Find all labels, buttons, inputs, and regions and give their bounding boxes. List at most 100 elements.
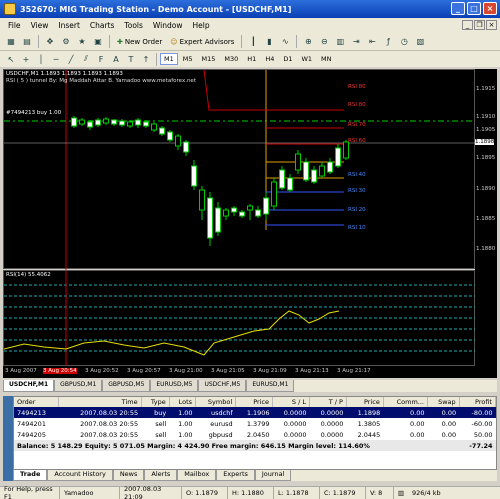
menu-tools[interactable]: Tools [119,21,147,30]
col-type[interactable]: Type [141,397,170,407]
menu-view[interactable]: View [26,21,54,30]
menu-window[interactable]: Window [148,21,188,30]
text-icon[interactable]: A [109,52,123,66]
col-profit[interactable]: Profit [459,397,497,407]
col-tp[interactable]: T / P [309,397,347,407]
tile-windows-icon[interactable]: ▥ [333,35,347,49]
candlestick-icon[interactable]: ▮ [262,35,276,49]
candle-body [167,131,173,141]
timeframe-mn[interactable]: MN [317,53,335,65]
candle-body [183,141,189,153]
indicators-icon[interactable]: ƒ [381,35,395,49]
timeframe-m5[interactable]: M5 [179,53,197,65]
col-lots[interactable]: Lots [169,397,197,407]
timeframe-m1[interactable]: M1 [160,53,178,65]
title-bar: 352670: MIG Trading Station - Demo Accou… [0,0,500,18]
templates-icon[interactable]: ▧ [413,35,427,49]
vertical-line-icon[interactable]: │ [34,52,48,66]
candle-body [271,181,277,207]
fibonacci-icon[interactable]: F [94,52,108,66]
col-time[interactable]: Time [58,397,142,407]
order-line-label[interactable]: #7494213 buy 1.00 [6,110,61,116]
swap-cell: 0.00 [427,407,460,418]
tab-trade[interactable]: Trade [13,470,48,481]
table-row[interactable]: 7494205 2007.08.03 20:55 sell 1.00 gbpus… [14,429,496,440]
market-watch-icon[interactable]: ✥ [43,35,57,49]
rsi-70-label: RSI 70 [348,122,366,128]
tab-mailbox[interactable]: Mailbox [177,470,217,481]
close-button[interactable]: × [483,2,497,15]
cursor-icon[interactable]: ↖ [4,52,18,66]
status-help: For Help, press F1 [0,485,60,499]
navigator-icon[interactable]: ★ [75,35,89,49]
new-chart-icon[interactable]: ▦ [4,35,18,49]
col-order[interactable]: Order [14,397,60,407]
timeframe-h4[interactable]: H4 [261,53,278,65]
tp-cell: 0.0000 [320,419,344,428]
maximize-button[interactable]: □ [467,2,481,15]
col-current-price[interactable]: Price [346,397,384,407]
trendline-icon[interactable]: ╱ [64,52,78,66]
symbol-cell: eurusd [210,419,233,428]
arrows-icon[interactable]: ↑ [139,52,153,66]
timeframe-d1[interactable]: D1 [279,53,296,65]
terminal-side-bar[interactable] [3,396,13,481]
terminal-icon[interactable]: ▣ [91,35,105,49]
doc-minimize-button[interactable]: _ [462,20,473,30]
minimize-button[interactable]: _ [451,2,465,15]
rsi-indicator-window[interactable]: RSI(14) 55.4062 [3,270,476,367]
price-chart-canvas [4,70,476,270]
col-swap[interactable]: Swap [427,397,460,407]
data-window-icon[interactable]: ⚙ [59,35,73,49]
col-commission[interactable]: Comm... [383,397,429,407]
chart-shift-icon[interactable]: ⇤ [365,35,379,49]
new-order-button[interactable]: ✚ New Order [114,38,165,46]
price-chart[interactable]: USDCHF,M1 1.1893 1.1893 1.1893 1.1893 RS… [3,69,476,270]
chart-tab-eurusd-m1[interactable]: EURUSD,M1 [246,380,295,392]
menu-help[interactable]: Help [187,21,214,30]
tab-experts[interactable]: Experts [216,470,255,481]
doc-restore-button[interactable]: ❐ [474,20,485,30]
table-row[interactable]: 7494213 2007.08.03 20:55 buy 1.00 usdchf… [14,407,496,418]
terminal-tabs: Trade Account History News Alerts Mailbo… [13,470,497,481]
menu-charts[interactable]: Charts [85,21,120,30]
chart-tab-gbpusd-m5[interactable]: GBPUSD,M5 [102,380,151,392]
label-icon[interactable]: T [124,52,138,66]
rsi-canvas [4,271,476,367]
candle-body [207,197,213,239]
timeframe-w1[interactable]: W1 [297,53,316,65]
tab-news[interactable]: News [112,470,145,481]
doc-close-button[interactable]: × [486,20,497,30]
line-chart-icon[interactable]: ∿ [278,35,292,49]
zoom-out-icon[interactable]: ⊖ [317,35,331,49]
col-sl[interactable]: S / L [272,397,310,407]
channel-icon[interactable]: ⫽ [79,52,93,66]
timeframe-h1[interactable]: H1 [243,53,260,65]
chart-tab-eurusd-m5[interactable]: EURUSD,M5 [150,380,199,392]
candle-body [303,161,309,181]
tab-account-history[interactable]: Account History [47,470,113,481]
timeframe-m15[interactable]: M15 [198,53,220,65]
chart-tab-gbpusd-m1[interactable]: GBPUSD,M1 [54,380,103,392]
bar-chart-icon[interactable]: ┃ [246,35,260,49]
autoscroll-icon[interactable]: ⇥ [349,35,363,49]
timeframe-m30[interactable]: M30 [220,53,242,65]
table-row[interactable]: 7494201 2007.08.03 20:55 sell 1.00 eurus… [14,418,496,429]
price-cell: 1.1906 [235,407,273,418]
expert-advisors-button[interactable]: ☺ Expert Advisors [167,38,237,46]
tab-journal[interactable]: Journal [254,470,292,481]
menu-file[interactable]: File [3,21,26,30]
horizontal-line-icon[interactable]: ─ [49,52,63,66]
periods-icon[interactable]: ◷ [397,35,411,49]
profiles-icon[interactable]: ▤ [20,35,34,49]
col-price[interactable]: Price [235,397,274,407]
crosshair-icon[interactable]: + [19,52,33,66]
menu-insert[interactable]: Insert [53,21,85,30]
time-label: 3 Aug 21:00 [169,368,203,374]
zoom-in-icon[interactable]: ⊕ [301,35,315,49]
status-profile: Yamadoo [60,487,120,499]
chart-tab-usdchf-m1[interactable]: USDCHF,M1 [3,380,55,392]
chart-tab-usdchf-m5[interactable]: USDCHF,M5 [198,380,247,392]
col-symbol[interactable]: Symbol [195,397,237,407]
tab-alerts[interactable]: Alerts [144,470,178,481]
